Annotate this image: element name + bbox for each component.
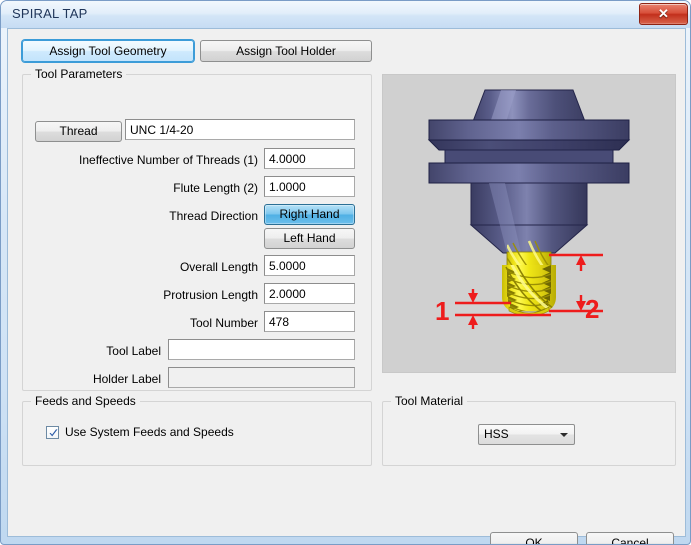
window-title: SPIRAL TAP [12, 6, 88, 21]
select-tool-material[interactable]: HSS [478, 424, 575, 445]
button-left-hand[interactable]: Left Hand [264, 228, 355, 249]
input-tool-number[interactable]: 478 [264, 311, 355, 332]
input-ineffective-threads[interactable]: 4.0000 [264, 148, 355, 169]
label-thread-direction: Thread Direction [169, 209, 258, 223]
chevron-down-icon [560, 433, 568, 437]
button-right-hand[interactable]: Right Hand [264, 204, 355, 225]
dimension-label-1: 1 [435, 296, 449, 326]
thread-value-field[interactable]: UNC 1/4-20 [125, 119, 355, 140]
group-title-tool-material: Tool Material [391, 394, 468, 408]
close-icon: ✕ [658, 6, 669, 21]
label-holder-label: Holder Label [92, 372, 161, 386]
checkmark-icon [46, 426, 59, 439]
label-tool-label: Tool Label [106, 344, 161, 358]
spiral-tap-render: 2 1 [383, 75, 675, 372]
label-ineffective-threads: Ineffective Number of Threads (1) [79, 153, 258, 167]
group-title-tool-parameters: Tool Parameters [31, 67, 127, 81]
label-flute-length: Flute Length (2) [173, 181, 258, 195]
label-protrusion-length: Protrusion Length [163, 288, 258, 302]
input-tool-label[interactable] [168, 339, 355, 360]
title-bar: SPIRAL TAP ✕ [1, 1, 690, 28]
dialog-window: SPIRAL TAP ✕ Assign Tool Geometry Assign… [0, 0, 691, 545]
thread-button[interactable]: Thread [35, 121, 122, 142]
close-button[interactable]: ✕ [639, 3, 688, 25]
tool-preview-image: 2 1 [382, 74, 676, 373]
tab-assign-tool-geometry[interactable]: Assign Tool Geometry [22, 40, 194, 62]
tool-material-selected-value: HSS [484, 427, 509, 441]
input-protrusion-length[interactable]: 2.0000 [264, 283, 355, 304]
input-overall-length[interactable]: 5.0000 [264, 255, 355, 276]
group-title-feeds-and-speeds: Feeds and Speeds [31, 394, 140, 408]
dimension-label-2: 2 [585, 294, 599, 324]
input-holder-label [168, 367, 355, 388]
label-tool-number: Tool Number [189, 316, 258, 330]
checkbox-label-use-system-feeds: Use System Feeds and Speeds [65, 425, 234, 439]
input-flute-length[interactable]: 1.0000 [264, 176, 355, 197]
cancel-button[interactable]: Cancel [586, 532, 674, 544]
dialog-client-area: Assign Tool Geometry Assign Tool Holder … [7, 28, 686, 544]
ok-button[interactable]: OK [490, 532, 578, 544]
label-overall-length: Overall Length [179, 260, 258, 274]
tab-assign-tool-holder[interactable]: Assign Tool Holder [200, 40, 372, 62]
